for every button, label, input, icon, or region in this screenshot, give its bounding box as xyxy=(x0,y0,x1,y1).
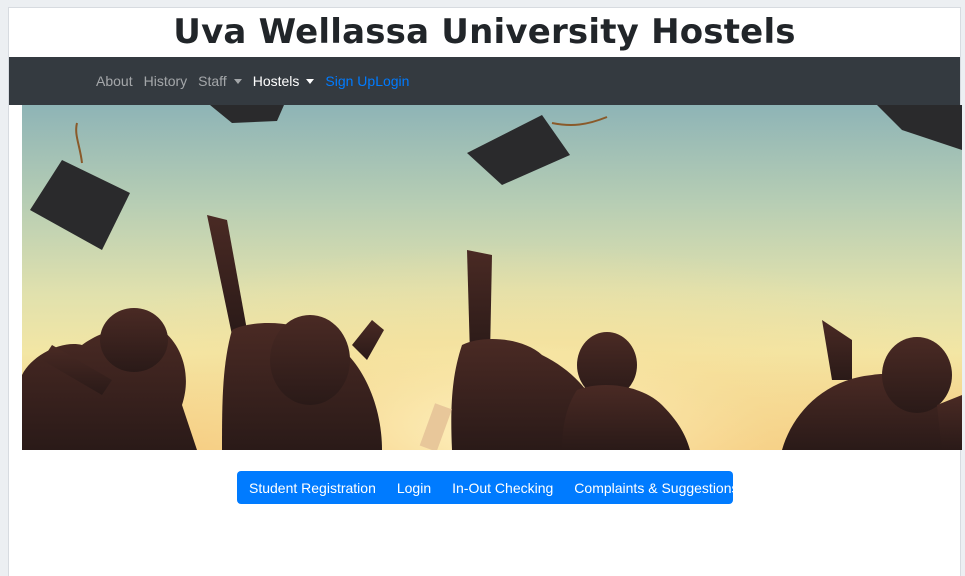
caret-down-icon xyxy=(233,78,242,84)
login-button[interactable]: Login xyxy=(397,480,431,496)
nav-history[interactable]: History xyxy=(144,73,188,89)
hero-image xyxy=(22,105,962,450)
nav-about[interactable]: About xyxy=(96,73,133,89)
nav-login[interactable]: Login xyxy=(375,73,409,89)
page: Uva Wellassa University Hostels About Hi… xyxy=(8,7,962,576)
navbar: About History Staff Hostels Sign Up Logi… xyxy=(9,57,960,105)
nav-sign-up[interactable]: Sign Up xyxy=(325,73,375,89)
action-button-group: Student Registration Login In-Out Checki… xyxy=(237,471,739,504)
student-registration-button[interactable]: Student Registration xyxy=(249,480,376,496)
in-out-checking-button[interactable]: In-Out Checking xyxy=(452,480,553,496)
complaints-suggestions-button[interactable]: Complaints & Suggestions xyxy=(574,480,738,496)
nav-staff-dropdown[interactable]: Staff xyxy=(198,73,242,89)
caret-down-icon xyxy=(306,78,315,84)
nav-hostels-dropdown[interactable]: Hostels xyxy=(253,73,315,89)
nav-hostels-label: Hostels xyxy=(252,73,300,89)
site-title: Uva Wellassa University Hostels xyxy=(173,12,796,52)
nav-list: About History Staff Hostels Sign Up Logi… xyxy=(96,57,409,105)
graduation-silhouettes-illustration xyxy=(22,105,962,450)
nav-staff-label: Staff xyxy=(198,73,227,89)
